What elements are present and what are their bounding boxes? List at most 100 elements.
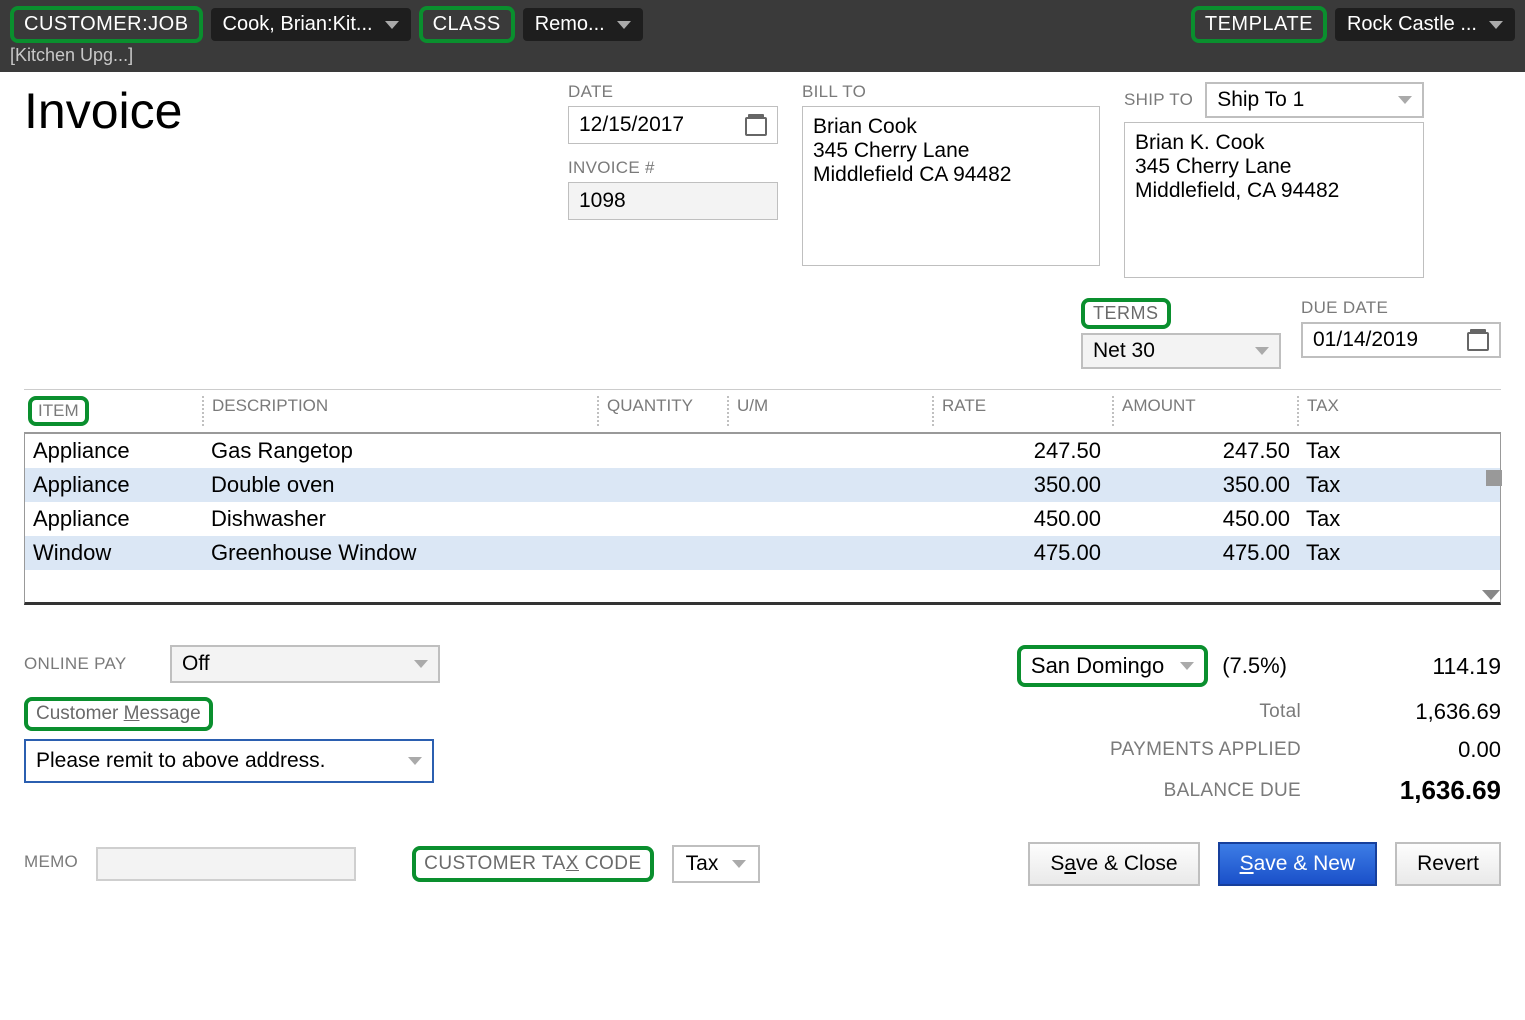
date-input[interactable]: 12/15/2017 bbox=[568, 106, 778, 144]
online-pay-value: Off bbox=[182, 652, 210, 676]
col-rate: RATE bbox=[932, 396, 1112, 426]
cell-tax[interactable]: Tax bbox=[1298, 540, 1368, 566]
col-description: DESCRIPTION bbox=[202, 396, 597, 426]
revert-button[interactable]: Revert bbox=[1395, 842, 1501, 886]
terms-dropdown[interactable]: Net 30 bbox=[1081, 333, 1281, 369]
template-value: Rock Castle ... bbox=[1347, 13, 1477, 36]
cell-tax[interactable]: Tax bbox=[1298, 506, 1368, 532]
scroll-down-icon[interactable] bbox=[1482, 590, 1500, 600]
class-value: Remo... bbox=[535, 13, 605, 36]
table-row[interactable]: Window Greenhouse Window 475.00 475.00 T… bbox=[25, 536, 1500, 570]
chevron-down-icon bbox=[1489, 21, 1503, 29]
online-pay-dropdown[interactable]: Off bbox=[170, 645, 440, 683]
customer-message-label: Customer Message bbox=[24, 697, 213, 731]
chevron-down-icon bbox=[1398, 96, 1412, 104]
bill-to-label: BILL TO bbox=[802, 82, 1100, 102]
cell-tax[interactable]: Tax bbox=[1298, 472, 1368, 498]
save-close-button[interactable]: Save & Close bbox=[1028, 842, 1199, 886]
table-row-empty[interactable] bbox=[25, 570, 1500, 602]
tax-rate-text: (7.5%) bbox=[1222, 653, 1287, 679]
calendar-icon[interactable] bbox=[745, 114, 767, 136]
template-label: TEMPLATE bbox=[1191, 6, 1327, 43]
customer-tax-code-label: CUSTOMER TAX CODE bbox=[412, 846, 654, 882]
table-row[interactable]: Appliance Double oven 350.00 350.00 Tax bbox=[25, 468, 1500, 502]
ship-to-textarea[interactable]: Brian K. Cook 345 Cherry Lane Middlefiel… bbox=[1124, 122, 1424, 278]
col-amount: AMOUNT bbox=[1112, 396, 1297, 426]
cell-tax[interactable]: Tax bbox=[1298, 438, 1368, 464]
chevron-down-icon bbox=[1255, 347, 1269, 355]
terms-label: TERMS bbox=[1081, 298, 1171, 329]
cell-um[interactable] bbox=[728, 540, 933, 566]
cell-um[interactable] bbox=[728, 472, 933, 498]
customer-job-subtext: [Kitchen Upg...] bbox=[0, 45, 1525, 72]
cell-quantity[interactable] bbox=[598, 540, 728, 566]
total-label: Total bbox=[1259, 701, 1301, 723]
cell-quantity[interactable] bbox=[598, 438, 728, 464]
cell-quantity[interactable] bbox=[598, 472, 728, 498]
tax-item-value: San Domingo bbox=[1031, 653, 1164, 679]
col-um: U/M bbox=[727, 396, 932, 426]
invoice-number-input[interactable]: 1098 bbox=[568, 182, 778, 220]
cell-item[interactable]: Window bbox=[25, 540, 203, 566]
memo-input[interactable] bbox=[96, 847, 356, 881]
customer-job-label: CUSTOMER:JOB bbox=[10, 6, 203, 43]
cell-amount[interactable]: 450.00 bbox=[1113, 506, 1298, 532]
class-label: CLASS bbox=[419, 6, 515, 43]
total-value: 1,636.69 bbox=[1341, 699, 1501, 725]
invoice-number-label: INVOICE # bbox=[568, 158, 778, 178]
cell-rate[interactable]: 350.00 bbox=[933, 472, 1113, 498]
class-dropdown[interactable]: Remo... bbox=[523, 8, 643, 41]
line-items-table: ITEM DESCRIPTION QUANTITY U/M RATE AMOUN… bbox=[24, 389, 1501, 605]
customer-tax-code-value: Tax bbox=[686, 852, 719, 876]
cell-rate[interactable]: 450.00 bbox=[933, 506, 1113, 532]
bill-to-textarea[interactable]: Brian Cook 345 Cherry Lane Middlefield C… bbox=[802, 106, 1100, 266]
template-dropdown[interactable]: Rock Castle ... bbox=[1335, 8, 1515, 41]
table-row[interactable]: Appliance Dishwasher 450.00 450.00 Tax bbox=[25, 502, 1500, 536]
calendar-icon[interactable] bbox=[1467, 329, 1489, 351]
online-pay-label: ONLINE PAY bbox=[24, 654, 154, 674]
chevron-down-icon bbox=[414, 660, 428, 668]
terms-value: Net 30 bbox=[1093, 339, 1155, 363]
cell-quantity[interactable] bbox=[598, 506, 728, 532]
chevron-down-icon bbox=[1180, 662, 1194, 670]
due-date-input[interactable]: 01/14/2019 bbox=[1301, 322, 1501, 358]
cell-amount[interactable]: 475.00 bbox=[1113, 540, 1298, 566]
ship-to-dropdown[interactable]: Ship To 1 bbox=[1205, 82, 1424, 118]
due-date-value: 01/14/2019 bbox=[1313, 328, 1418, 352]
cell-um[interactable] bbox=[728, 438, 933, 464]
cell-item[interactable]: Appliance bbox=[25, 438, 203, 464]
due-date-label: DUE DATE bbox=[1301, 298, 1501, 318]
customer-job-dropdown[interactable]: Cook, Brian:Kit... bbox=[211, 8, 411, 41]
customer-message-dropdown[interactable]: Please remit to above address. bbox=[24, 739, 434, 783]
date-label: DATE bbox=[568, 82, 778, 102]
customer-tax-code-dropdown[interactable]: Tax bbox=[672, 845, 761, 883]
chevron-down-icon bbox=[732, 860, 746, 868]
cell-rate[interactable]: 475.00 bbox=[933, 540, 1113, 566]
cell-item[interactable]: Appliance bbox=[25, 506, 203, 532]
cell-rate[interactable]: 247.50 bbox=[933, 438, 1113, 464]
cell-description[interactable]: Greenhouse Window bbox=[203, 540, 598, 566]
top-bar: CUSTOMER:JOB Cook, Brian:Kit... CLASS Re… bbox=[0, 0, 1525, 45]
cell-amount[interactable]: 350.00 bbox=[1113, 472, 1298, 498]
cell-description[interactable]: Dishwasher bbox=[203, 506, 598, 532]
customer-job-value: Cook, Brian:Kit... bbox=[223, 13, 373, 36]
cell-description[interactable]: Double oven bbox=[203, 472, 598, 498]
table-row[interactable]: Appliance Gas Rangetop 247.50 247.50 Tax bbox=[25, 434, 1500, 468]
col-quantity: QUANTITY bbox=[597, 396, 727, 426]
cell-item[interactable]: Appliance bbox=[25, 472, 203, 498]
cell-um[interactable] bbox=[728, 506, 933, 532]
cell-amount[interactable]: 247.50 bbox=[1113, 438, 1298, 464]
col-tax: TAX bbox=[1297, 396, 1367, 426]
customer-message-value: Please remit to above address. bbox=[36, 749, 326, 773]
invoice-number-value: 1098 bbox=[579, 189, 626, 213]
page-title: Invoice bbox=[24, 82, 544, 278]
save-new-button[interactable]: Save & New bbox=[1218, 842, 1378, 886]
ship-to-label: SHIP TO bbox=[1124, 90, 1193, 110]
chevron-down-icon bbox=[617, 21, 631, 29]
tax-item-dropdown[interactable]: San Domingo bbox=[1017, 645, 1208, 687]
balance-value: 1,636.69 bbox=[1341, 775, 1501, 806]
scrollbar-thumb[interactable] bbox=[1486, 470, 1502, 486]
col-item: ITEM bbox=[28, 396, 89, 426]
cell-description[interactable]: Gas Rangetop bbox=[203, 438, 598, 464]
payments-label: PAYMENTS APPLIED bbox=[1110, 739, 1301, 761]
